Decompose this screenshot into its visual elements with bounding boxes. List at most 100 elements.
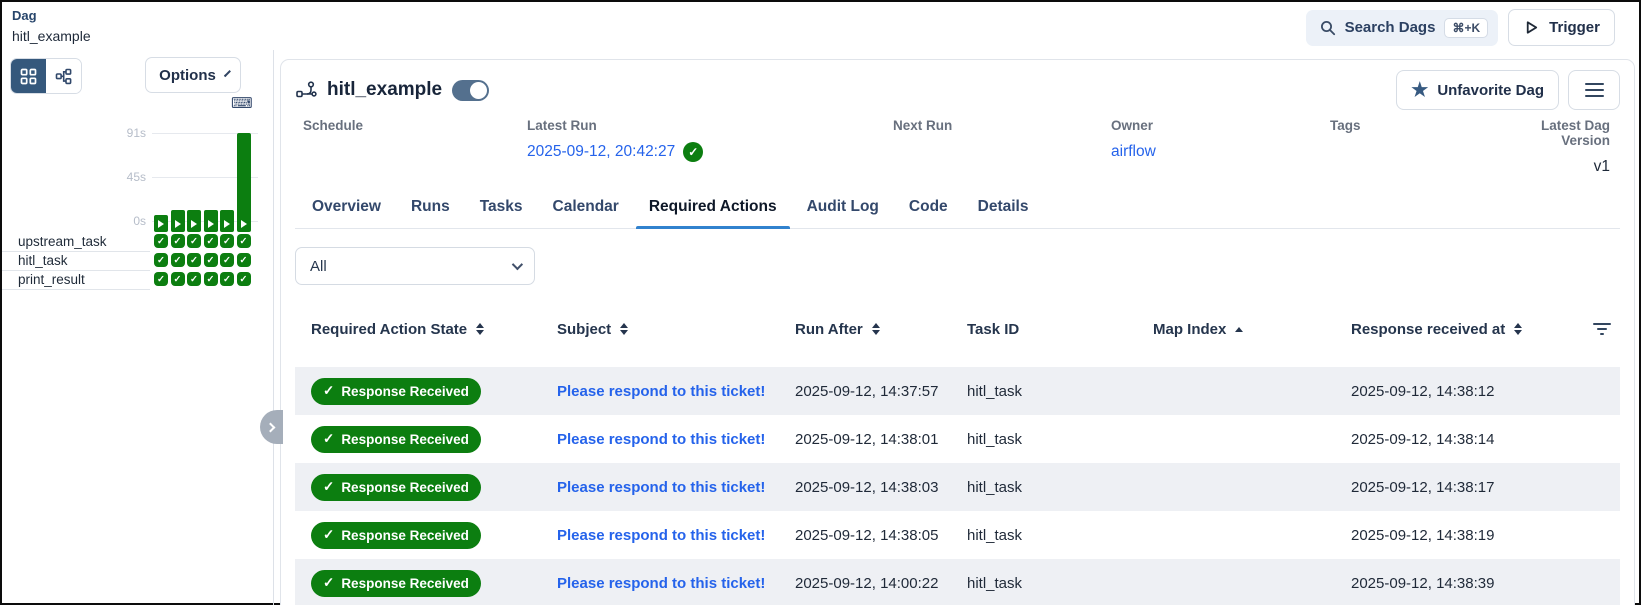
keyboard-shortcuts-icon[interactable]: ⌨ [231,94,253,112]
view-toggle-group [10,58,82,94]
info-value-text: v1 [1594,158,1610,176]
run-duration-bar[interactable] [220,210,234,232]
cell-response-received-at: 2025-09-12, 14:38:17 [1335,479,1563,496]
options-dropdown[interactable]: Options [145,57,241,93]
run-duration-bar[interactable] [187,210,201,232]
search-dags-button[interactable]: Search Dags ⌘+K [1306,10,1499,46]
graph-view-button[interactable] [46,59,81,93]
info-label: Tags [1330,118,1516,133]
subject-link[interactable]: Please respond to this ticket! [557,383,765,400]
tab-required-actions[interactable]: Required Actions [634,188,792,228]
badge-check-icon: ✓ [323,431,334,447]
tab-audit-log[interactable]: Audit Log [792,188,894,228]
subject-link[interactable]: Please respond to this ticket! [557,479,765,496]
grid-view-button[interactable] [11,59,46,93]
task-row-label[interactable]: print_result [2,271,150,290]
table-row[interactable]: ✓Response Received Please respond to this… [295,511,1620,559]
run-type-play-icon [224,220,230,228]
task-instance-success-icon[interactable]: ✓ [237,253,251,267]
run-duration-bar[interactable] [204,210,218,232]
trigger-button[interactable]: Trigger [1508,9,1615,46]
task-instance-success-icon[interactable]: ✓ [154,253,168,267]
dag-pause-toggle[interactable] [452,80,489,101]
task-instance-success-icon[interactable]: ✓ [187,253,201,267]
run-duration-bar[interactable] [171,210,185,232]
response-received-badge: ✓Response Received [311,378,481,405]
cell-task-id: hitl_task [951,527,1137,544]
table-row[interactable]: ✓Response Received Please respond to this… [295,463,1620,511]
column-filter[interactable] [1563,323,1620,335]
dag-actions-menu-button[interactable] [1568,70,1620,110]
task-instance-success-icon[interactable]: ✓ [204,234,218,248]
info-field-next-run: Next Run [885,118,1103,178]
task-instance-success-icon[interactable]: ✓ [220,253,234,267]
panel-divider [273,50,274,605]
badge-check-icon: ✓ [323,383,334,399]
task-instance-success-icon[interactable]: ✓ [154,234,168,248]
info-value-link[interactable]: airflow [1111,143,1156,161]
cell-required-action-state: ✓Response Received [295,522,541,549]
trigger-label: Trigger [1549,19,1600,36]
tab-details[interactable]: Details [963,188,1044,228]
info-value [1330,141,1516,163]
tab-runs[interactable]: Runs [396,188,465,228]
table-row[interactable]: ✓Response Received Please respond to this… [295,559,1620,605]
badge-check-icon: ✓ [323,575,334,591]
column-header-run-after[interactable]: Run After [779,321,951,338]
response-received-badge: ✓Response Received [311,474,481,501]
tab-overview[interactable]: Overview [297,188,396,228]
subject-link[interactable]: Please respond to this ticket! [557,527,765,544]
info-label: Owner [1111,118,1322,133]
success-check-icon: ✓ [683,142,703,162]
chevron-right-icon [266,422,276,432]
task-instance-success-icon[interactable]: ✓ [220,234,234,248]
task-instance-success-icon[interactable]: ✓ [171,234,185,248]
subject-link[interactable]: Please respond to this ticket! [557,575,765,592]
tab-calendar[interactable]: Calendar [538,188,634,228]
task-instance-success-icon[interactable]: ✓ [204,272,218,286]
cell-subject: Please respond to this ticket! [541,479,779,496]
tab-tasks[interactable]: Tasks [465,188,538,228]
info-value-link[interactable]: 2025-09-12, 20:42:27 [527,143,675,161]
unfavorite-dag-button[interactable]: ★ Unfavorite Dag [1396,70,1559,110]
response-received-badge: ✓ Response Received [311,426,481,453]
task-instance-success-icon[interactable]: ✓ [220,272,234,286]
task-instance-success-icon[interactable]: ✓ [237,234,251,248]
table-row[interactable]: ✓Response Received Please respond to this… [295,367,1620,415]
badge-label: Response Received [341,432,469,447]
required-actions-table: ✓ Response Received Please respond to this… [295,367,1620,605]
column-header-subject[interactable]: Subject [541,321,779,338]
cell-subject: Please respond to this ticket! [541,431,779,448]
task-instance-success-icon[interactable]: ✓ [171,253,185,267]
column-header-required-action-state[interactable]: Required Action State [295,321,541,338]
column-header-task-id[interactable]: Task ID [951,321,1137,338]
star-icon: ★ [1411,81,1428,100]
breadcrumb: Dag [12,8,37,23]
cell-response-received-at: 2025-09-12, 14:38:12 [1335,383,1563,400]
info-field-latest-dag-version: Latest Dag Versionv1 [1516,118,1620,178]
task-instance-success-icon[interactable]: ✓ [187,234,201,248]
cell-task-id: hitl_task [951,383,1137,400]
column-header-map-index[interactable]: Map Index [1137,321,1335,338]
response-received-badge: ✓Response Received [311,570,481,597]
cell-run-after: 2025-09-12, 14:00:22 [779,575,951,592]
chevron-down-icon [512,259,523,270]
column-header-response-received-at[interactable]: Response received at [1335,321,1563,338]
subject-link[interactable]: Please respond to this ticket! [557,431,765,448]
task-instance-success-icon[interactable]: ✓ [237,272,251,286]
run-duration-bar[interactable] [154,215,168,232]
filter-icon[interactable] [1593,323,1611,335]
tab-code[interactable]: Code [894,188,963,228]
task-instance-success-icon[interactable]: ✓ [154,272,168,286]
state-filter-select[interactable]: All [295,247,535,285]
task-instance-success-icon[interactable]: ✓ [171,272,185,286]
task-instance-success-icon[interactable]: ✓ [204,253,218,267]
sort-icon [1514,323,1522,335]
search-shortcut-badge: ⌘+K [1444,18,1488,38]
table-row[interactable]: ✓ Response Received Please respond to this… [295,415,1620,463]
run-duration-bar[interactable] [237,133,251,232]
task-instance-success-icon[interactable]: ✓ [187,272,201,286]
task-row-label[interactable]: hitl_task [2,252,150,271]
task-row-label[interactable]: upstream_task [2,233,150,252]
info-value: 2025-09-12, 20:42:27 ✓ [527,141,885,163]
